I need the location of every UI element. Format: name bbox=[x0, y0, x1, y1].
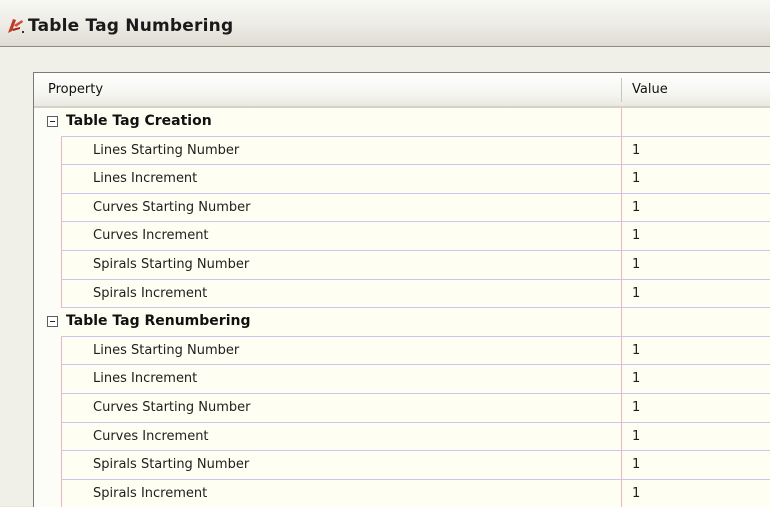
app-icon bbox=[8, 19, 24, 33]
category-row[interactable]: Table Tag Creation bbox=[34, 108, 770, 137]
property-value: 1 bbox=[632, 485, 641, 501]
row-gutter bbox=[34, 165, 61, 194]
row-gutter bbox=[34, 308, 61, 337]
property-row[interactable]: Spirals Increment 1 bbox=[34, 479, 770, 507]
property-value: 1 bbox=[632, 142, 641, 158]
property-grid: Property Value Table Tag Creation Lines S… bbox=[33, 72, 770, 507]
property-value-cell[interactable]: 1 bbox=[621, 165, 770, 194]
property-value: 1 bbox=[632, 399, 641, 415]
property-value-cell[interactable]: 1 bbox=[621, 451, 770, 480]
property-value-cell[interactable]: 1 bbox=[621, 193, 770, 223]
property-value: 1 bbox=[632, 428, 641, 444]
property-name-cell[interactable]: Lines Starting Number bbox=[61, 136, 621, 166]
property-name-cell[interactable]: Spirals Starting Number bbox=[61, 451, 621, 480]
property-value-cell[interactable]: 1 bbox=[621, 393, 770, 423]
property-value-cell[interactable]: 1 bbox=[621, 336, 770, 366]
property-value-cell[interactable]: 1 bbox=[621, 136, 770, 166]
row-gutter bbox=[34, 336, 61, 366]
property-name: Lines Increment bbox=[93, 371, 198, 387]
grid-rows: Table Tag Creation Lines Starting Number 1… bbox=[34, 108, 770, 507]
property-value-cell[interactable]: 1 bbox=[621, 222, 770, 251]
property-name: Spirals Increment bbox=[93, 485, 208, 501]
category-value-cell bbox=[621, 308, 770, 337]
category-row[interactable]: Table Tag Renumbering bbox=[34, 308, 770, 337]
property-row[interactable]: Lines Increment 1 bbox=[34, 365, 770, 394]
property-value-cell[interactable]: 1 bbox=[621, 422, 770, 452]
property-value-cell[interactable]: 1 bbox=[621, 279, 770, 309]
property-name-cell[interactable]: Curves Starting Number bbox=[61, 193, 621, 223]
row-gutter bbox=[34, 222, 61, 251]
row-gutter bbox=[34, 393, 61, 423]
row-gutter bbox=[34, 479, 61, 507]
property-value: 1 bbox=[632, 457, 641, 473]
column-header-value[interactable]: Value bbox=[632, 82, 668, 97]
category-cell[interactable]: Table Tag Creation bbox=[61, 108, 621, 137]
property-name: Lines Starting Number bbox=[93, 342, 240, 358]
property-name-cell[interactable]: Lines Starting Number bbox=[61, 336, 621, 366]
property-name-cell[interactable]: Spirals Starting Number bbox=[61, 250, 621, 280]
property-row[interactable]: Lines Starting Number 1 bbox=[34, 336, 770, 366]
property-value: 1 bbox=[632, 371, 641, 387]
property-value: 1 bbox=[632, 199, 641, 215]
property-name: Curves Starting Number bbox=[93, 199, 251, 215]
property-name-cell[interactable]: Lines Increment bbox=[61, 365, 621, 394]
property-row[interactable]: Curves Increment 1 bbox=[34, 222, 770, 251]
grid-header: Property Value bbox=[34, 73, 770, 108]
collapse-toggle-icon[interactable] bbox=[47, 116, 58, 127]
category-label: Table Tag Renumbering bbox=[66, 313, 251, 330]
property-name: Spirals Starting Number bbox=[93, 256, 250, 272]
property-value-cell[interactable]: 1 bbox=[621, 365, 770, 394]
window-title: Table Tag Numbering bbox=[28, 16, 234, 36]
property-name: Lines Starting Number bbox=[93, 142, 240, 158]
property-name-cell[interactable]: Spirals Increment bbox=[61, 479, 621, 507]
row-gutter bbox=[34, 108, 61, 137]
row-gutter bbox=[34, 279, 61, 309]
row-gutter bbox=[34, 422, 61, 452]
property-row[interactable]: Spirals Starting Number 1 bbox=[34, 250, 770, 280]
property-value: 1 bbox=[632, 342, 641, 358]
property-row[interactable]: Curves Increment 1 bbox=[34, 422, 770, 452]
property-name: Curves Increment bbox=[93, 228, 209, 244]
property-value: 1 bbox=[632, 285, 641, 301]
property-row[interactable]: Spirals Increment 1 bbox=[34, 279, 770, 309]
property-row[interactable]: Curves Starting Number 1 bbox=[34, 193, 770, 223]
category-cell[interactable]: Table Tag Renumbering bbox=[61, 308, 621, 337]
property-value: 1 bbox=[632, 171, 641, 187]
property-name: Spirals Starting Number bbox=[93, 457, 250, 473]
column-resize-handle[interactable] bbox=[621, 78, 622, 102]
column-header-property[interactable]: Property bbox=[48, 82, 103, 97]
property-name: Lines Increment bbox=[93, 171, 198, 187]
title-bar: Table Tag Numbering bbox=[0, 0, 770, 47]
collapse-toggle-icon[interactable] bbox=[47, 316, 58, 328]
property-row[interactable]: Lines Starting Number 1 bbox=[34, 136, 770, 166]
category-label: Table Tag Creation bbox=[66, 113, 212, 129]
property-name-cell[interactable]: Spirals Increment bbox=[61, 279, 621, 309]
row-gutter bbox=[34, 193, 61, 223]
row-gutter bbox=[34, 365, 61, 394]
property-value: 1 bbox=[632, 256, 641, 272]
property-name: Curves Increment bbox=[93, 428, 209, 444]
property-row[interactable]: Spirals Starting Number 1 bbox=[34, 451, 770, 480]
property-name-cell[interactable]: Lines Increment bbox=[61, 165, 621, 194]
property-value: 1 bbox=[632, 228, 641, 244]
property-row[interactable]: Lines Increment 1 bbox=[34, 165, 770, 194]
row-gutter bbox=[34, 451, 61, 480]
property-name-cell[interactable]: Curves Increment bbox=[61, 222, 621, 251]
property-name: Curves Starting Number bbox=[93, 399, 251, 415]
property-value-cell[interactable]: 1 bbox=[621, 250, 770, 280]
property-name: Spirals Increment bbox=[93, 285, 208, 301]
property-value-cell[interactable]: 1 bbox=[621, 479, 770, 507]
row-gutter bbox=[34, 136, 61, 166]
property-name-cell[interactable]: Curves Starting Number bbox=[61, 393, 621, 423]
row-gutter bbox=[34, 250, 61, 280]
property-row[interactable]: Curves Starting Number 1 bbox=[34, 393, 770, 423]
category-value-cell bbox=[621, 108, 770, 137]
property-name-cell[interactable]: Curves Increment bbox=[61, 422, 621, 452]
